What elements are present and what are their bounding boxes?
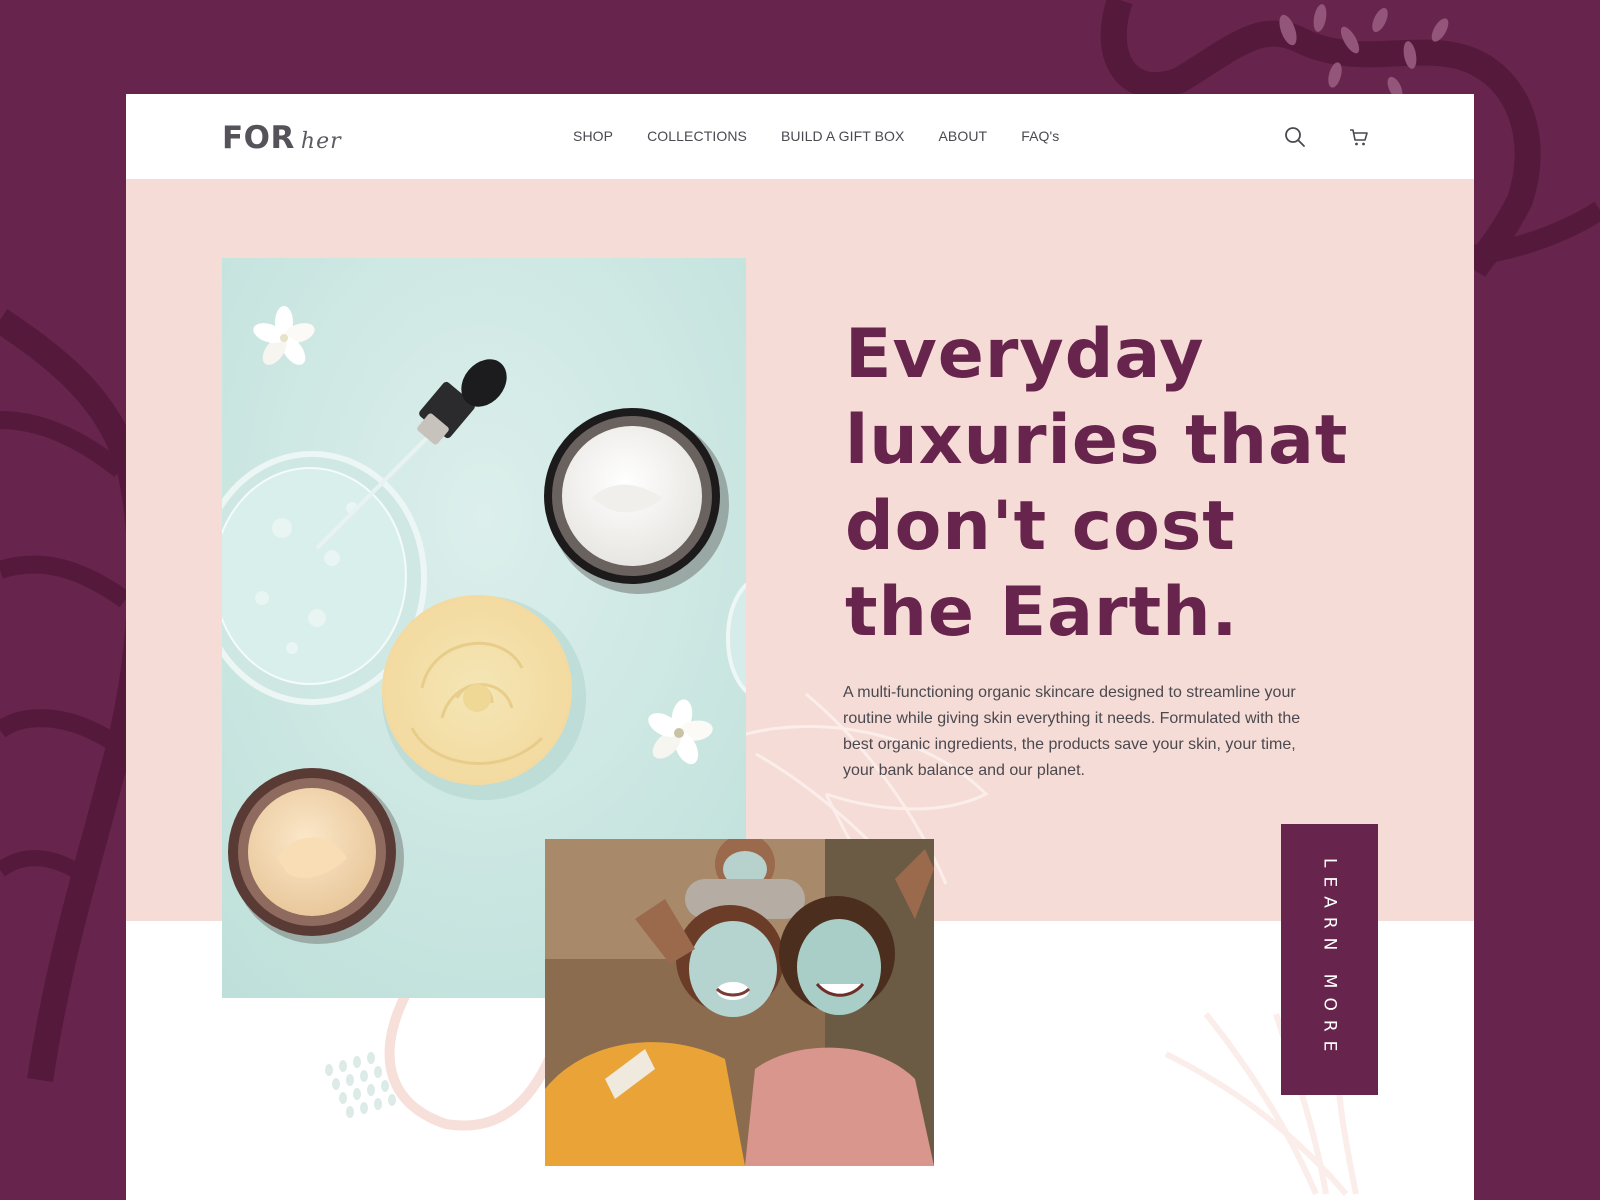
friends-face-mask-photo: [545, 839, 934, 1166]
headline-line: luxuries that: [845, 401, 1349, 480]
headline-line: Everyday: [845, 315, 1205, 394]
hero-description: A multi-functioning organic skincare des…: [843, 684, 1301, 779]
nav-item-about[interactable]: ABOUT: [938, 126, 987, 146]
page-card: FOR her SHOP COLLECTIONS BUILD A GIFT BO…: [126, 94, 1474, 1200]
hero-headline: Everyday luxuries that don't cost the Ea…: [845, 312, 1405, 656]
headline-line: the Earth.: [845, 573, 1239, 652]
nav-item-faqs[interactable]: FAQ's: [1021, 126, 1059, 146]
friends-face-mask-illustration: [545, 839, 934, 1166]
headline-line: don't cost: [845, 487, 1236, 566]
brand-logo[interactable]: FOR her: [222, 120, 342, 156]
learn-more-label: LEARN MORE: [1319, 858, 1340, 1061]
search-icon[interactable]: [1284, 126, 1306, 148]
logo-wordmark: FOR: [222, 120, 295, 156]
main-menu: SHOP COLLECTIONS BUILD A GIFT BOX ABOUT …: [573, 126, 1093, 146]
nav-item-shop[interactable]: SHOP: [573, 126, 613, 146]
cart-icon[interactable]: [1348, 126, 1370, 148]
logo-script: her: [300, 129, 342, 154]
nav-item-build-a-gift-box[interactable]: BUILD A GIFT BOX: [781, 126, 905, 146]
nav-item-collections[interactable]: COLLECTIONS: [647, 126, 747, 146]
top-navigation: FOR her SHOP COLLECTIONS BUILD A GIFT BO…: [126, 94, 1474, 179]
learn-more-button[interactable]: LEARN MORE: [1281, 824, 1378, 1095]
